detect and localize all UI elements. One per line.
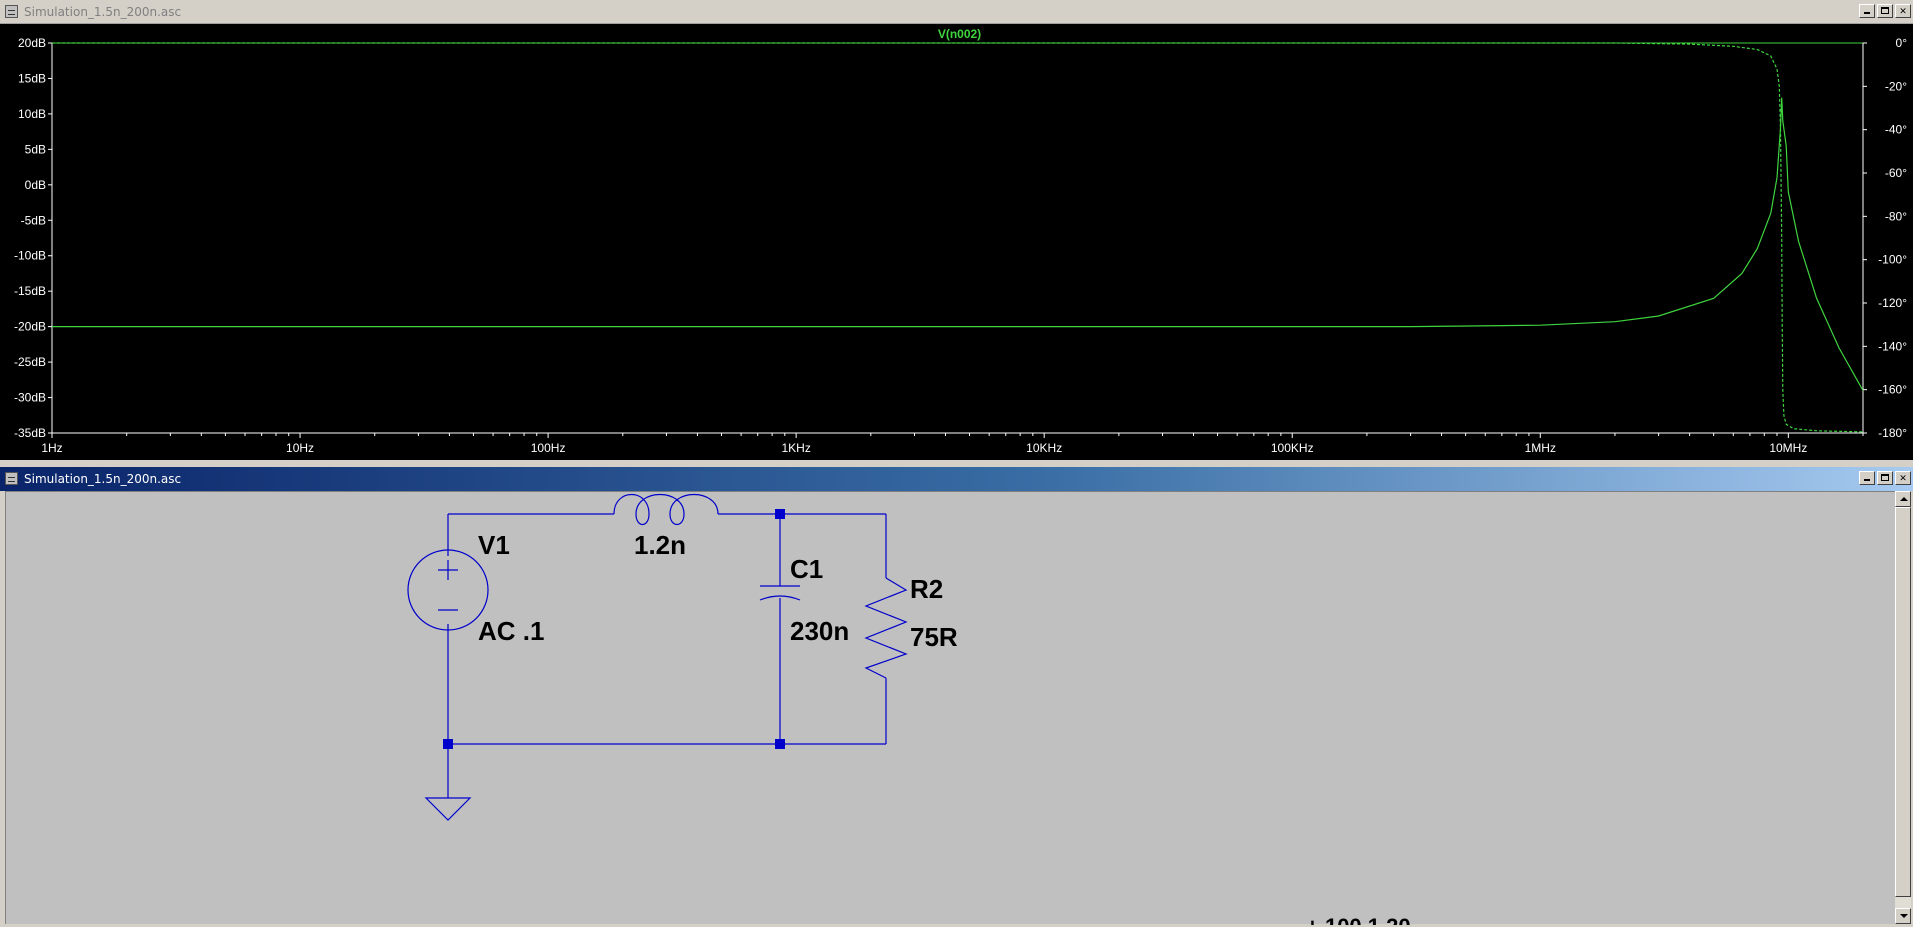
- y-tick-label-right: -160°: [1878, 383, 1907, 397]
- x-tick-label: 1KHz: [781, 441, 810, 455]
- y-tick-label-left: -35dB: [14, 426, 46, 440]
- schematic-canvas[interactable]: L1 1.2n C1 230n R2 75R V1 AC .1 + 100 1 …: [5, 491, 1895, 925]
- y-tick-label-left: 0dB: [25, 178, 46, 192]
- resistor-r2-symbol[interactable]: [864, 577, 908, 679]
- y-tick-label-left: -5dB: [21, 213, 46, 227]
- close-button[interactable]: ✕: [1895, 4, 1911, 18]
- partial-spice-directive[interactable]: + 100 1 20: [1306, 914, 1411, 925]
- y-tick-label-left: -25dB: [14, 355, 46, 369]
- scroll-up-arrow[interactable]: [1895, 491, 1911, 507]
- maximize-button[interactable]: [1877, 4, 1893, 18]
- inductor-value[interactable]: 1.2n: [634, 530, 686, 560]
- y-tick-label-left: 5dB: [25, 142, 46, 156]
- x-tick-label: 10Hz: [286, 441, 314, 455]
- series-magnitude-line[interactable]: [52, 97, 1864, 391]
- inductor-l1-symbol[interactable]: [613, 493, 719, 526]
- y-tick-label-right: -100°: [1878, 253, 1907, 267]
- y-tick-label-right: -80°: [1885, 209, 1907, 223]
- close-button[interactable]: ✕: [1895, 471, 1911, 485]
- y-tick-label-right: -40°: [1885, 123, 1907, 137]
- scroll-thumb[interactable]: [1895, 507, 1911, 897]
- bode-plot-svg: V(n002) 20dB 15dB 10dB 5dB 0dB -5dB -10dB -15dB -…: [14, 27, 1908, 455]
- x-tick-label: 1Hz: [41, 441, 62, 455]
- junction-dot[interactable]: [775, 509, 785, 519]
- x-tick-label: 100Hz: [531, 441, 566, 455]
- resistor-name[interactable]: R2: [910, 574, 943, 604]
- source-name[interactable]: V1: [478, 530, 510, 560]
- x-tick-label: 100KHz: [1271, 441, 1314, 455]
- maximize-button[interactable]: [1877, 471, 1893, 485]
- capacitor-name[interactable]: C1: [790, 554, 823, 584]
- y-tick-label-right: -120°: [1878, 296, 1907, 310]
- x-tick-label: 10KHz: [1026, 441, 1062, 455]
- trace-label[interactable]: V(n002): [938, 27, 981, 41]
- y-tick-label-right: -60°: [1885, 166, 1907, 180]
- series-phase-line[interactable]: [52, 42, 1864, 433]
- schematic-window-title: Simulation_1.5n_200n.asc: [24, 472, 182, 486]
- schematic-window-controls: ✕: [1859, 471, 1911, 485]
- y-tick-label-left: -15dB: [14, 284, 46, 298]
- minimize-button[interactable]: [1859, 471, 1875, 485]
- schematic-window-titlebar[interactable]: Simulation_1.5n_200n.asc ✕: [0, 467, 1913, 491]
- y-tick-label-left: -30dB: [14, 391, 46, 405]
- minimize-button[interactable]: [1859, 4, 1875, 18]
- plot-window-title: Simulation_1.5n_200n.asc: [24, 5, 182, 19]
- y-tick-label-left: 15dB: [18, 71, 46, 85]
- vertical-scrollbar[interactable]: [1895, 491, 1911, 924]
- resistor-value[interactable]: 75R: [910, 622, 958, 652]
- plot-window-titlebar[interactable]: Simulation_1.5n_200n.asc ✕: [0, 0, 1913, 24]
- x-tick-label: 1MHz: [1525, 441, 1556, 455]
- schematic-drawing: L1 1.2n C1 230n R2 75R V1 AC .1 + 100 1 …: [407, 493, 1411, 925]
- y-tick-label-left: -10dB: [14, 249, 46, 263]
- app-icon[interactable]: [5, 5, 18, 18]
- y-tick-label-left: 10dB: [18, 107, 46, 121]
- waveform-plot[interactable]: V(n002) 20dB 15dB 10dB 5dB 0dB -5dB -10dB -15dB -…: [0, 24, 1913, 460]
- y-tick-label-right: -140°: [1878, 339, 1907, 353]
- scroll-down-arrow[interactable]: [1895, 908, 1911, 924]
- schematic-window: Simulation_1.5n_200n.asc ✕ 1.2n C1 230n …: [0, 467, 1913, 927]
- app-icon[interactable]: [5, 472, 18, 485]
- plot-window-controls: ✕: [1859, 4, 1911, 18]
- junction-dot[interactable]: [443, 739, 453, 749]
- plot-window: Simulation_1.5n_200n.asc ✕ V(n002) 20dB 15…: [0, 0, 1913, 460]
- source-value[interactable]: AC .1: [478, 616, 544, 646]
- y-tick-label-right: -180°: [1878, 426, 1907, 440]
- y-tick-label-left: -20dB: [14, 320, 46, 334]
- y-tick-label-right: -20°: [1885, 79, 1907, 93]
- y-tick-label-left: 20dB: [18, 36, 46, 50]
- capacitor-value[interactable]: 230n: [790, 616, 849, 646]
- y-tick-label-right: 0°: [1896, 36, 1908, 50]
- ground-symbol[interactable]: [424, 797, 472, 821]
- x-tick-label: 10MHz: [1769, 441, 1807, 455]
- junction-dot[interactable]: [775, 739, 785, 749]
